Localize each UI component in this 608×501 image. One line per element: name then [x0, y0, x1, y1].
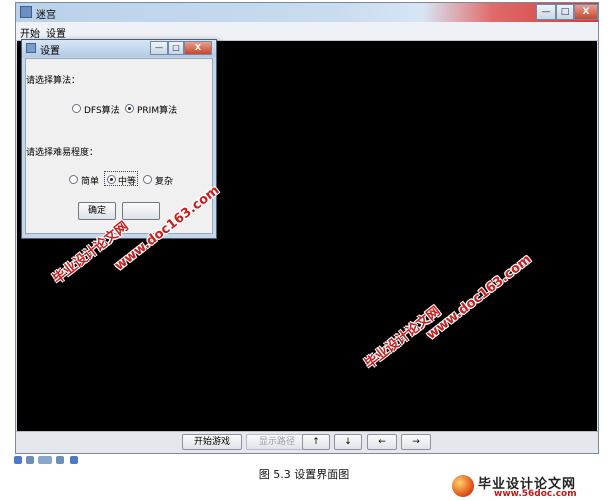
minimize-button[interactable]: — — [536, 4, 556, 20]
dialog-close-button[interactable]: X — [184, 41, 212, 55]
dialog-maximize-button[interactable]: □ — [168, 41, 184, 55]
option-hard-label[interactable]: 复杂 — [155, 174, 173, 187]
tray-app-icon — [70, 456, 78, 464]
radio-medium[interactable] — [107, 175, 116, 184]
radio-easy[interactable] — [69, 175, 78, 184]
move-right-button[interactable]: → — [401, 434, 431, 450]
close-button[interactable]: X — [574, 4, 598, 20]
title-bar[interactable]: 迷宫 — □ X — [16, 3, 598, 22]
control-bar: 开始游戏 显示路径 ↑ ↓ ← → — [16, 431, 598, 453]
app-icon — [20, 6, 32, 18]
logo-mark-icon — [452, 475, 474, 497]
cancel-button-obscured[interactable] — [122, 202, 160, 220]
window-title: 迷宫 — [36, 10, 56, 21]
move-up-button[interactable]: ↑ — [302, 434, 330, 450]
taskbar — [0, 454, 608, 466]
option-easy-label[interactable]: 简单 — [81, 174, 99, 187]
option-medium-label[interactable]: 中等 — [118, 174, 136, 187]
move-left-button[interactable]: ← — [367, 434, 397, 450]
move-down-button[interactable]: ↓ — [334, 434, 362, 450]
algorithm-prompt: 请选择算法： — [26, 76, 81, 86]
option-prim-label[interactable]: PRIM算法 — [137, 103, 177, 116]
watermark-logo: 毕业设计论文网 www.56doc.com — [448, 472, 606, 500]
radio-prim[interactable] — [125, 104, 134, 113]
dialog-title: 设置 — [40, 46, 60, 57]
tray-language-icon — [38, 456, 52, 464]
option-dfs-label[interactable]: DFS算法 — [84, 103, 120, 116]
radio-hard[interactable] — [143, 175, 152, 184]
radio-dfs[interactable] — [72, 104, 81, 113]
confirm-button[interactable]: 确定 — [78, 202, 116, 220]
tray-status-icon — [56, 456, 64, 464]
show-path-button[interactable]: 显示路径 — [246, 434, 308, 450]
tray-network-icon — [14, 456, 22, 464]
menu-settings[interactable]: 设置 — [46, 25, 66, 40]
start-game-button[interactable]: 开始游戏 — [182, 434, 242, 450]
dialog-app-icon — [26, 43, 36, 53]
dialog-minimize-button[interactable]: — — [150, 41, 168, 55]
difficulty-prompt: 请选择难易程度： — [26, 148, 99, 158]
tray-volume-icon — [26, 456, 34, 464]
dialog-title-bar[interactable]: 设置 — □ X — [22, 40, 216, 57]
menu-start[interactable]: 开始 — [20, 25, 40, 40]
maximize-button[interactable]: □ — [556, 4, 574, 20]
logo-url: www.56doc.com — [494, 489, 577, 499]
